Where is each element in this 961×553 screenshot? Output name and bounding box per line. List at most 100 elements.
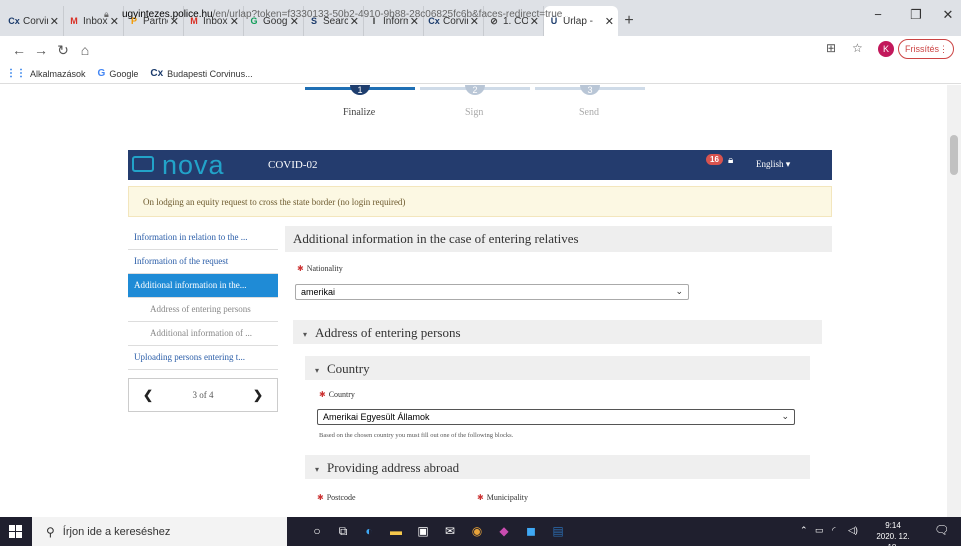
mail-icon[interactable]: ✉	[441, 523, 459, 539]
bookmark-icon: ⋮⋮	[6, 68, 26, 79]
sidebar-item-uploading[interactable]: Uploading persons entering t...	[128, 346, 278, 370]
caret-down-icon: ▾	[303, 330, 308, 339]
step-number-3: 3	[580, 85, 600, 95]
form-title: Additional information in the case of en…	[285, 226, 832, 252]
caret-down-icon: ▾	[315, 465, 320, 474]
taskbar-search-placeholder: Írjon ide a kereséshez	[62, 525, 171, 538]
step-number-1: 1	[350, 85, 370, 95]
tab-title: Corvinu	[23, 15, 48, 27]
clock-time: 9:14	[885, 521, 901, 530]
country-select[interactable]: Amerikai Egyesült Államok ⌄	[317, 409, 795, 425]
progress-steps: 1 2 3 Finalize Sign Send	[305, 85, 645, 125]
bookmark-item[interactable]: ⋮⋮ Alkalmazások	[6, 68, 86, 79]
pager-text: 3 of 4	[192, 390, 214, 400]
profile-avatar[interactable]: K	[878, 41, 894, 57]
translate-icon[interactable]: ⊞	[826, 41, 836, 55]
notification-badge[interactable]: 16	[706, 154, 723, 165]
network-icon[interactable]: ◜	[832, 525, 836, 536]
tray-chevron-icon[interactable]: ⌃	[800, 525, 808, 536]
bookmark-icon: G	[97, 68, 106, 79]
url-path: /en/urlap?token=f3330133-50b2-4910-9b88-…	[212, 9, 563, 20]
tab-favicon-icon: Cx	[8, 16, 20, 26]
pager: ❮ 3 of 4 ❯	[128, 378, 278, 412]
app-icon[interactable]: ◼	[522, 523, 540, 539]
section-country[interactable]: ▾ Country	[305, 356, 810, 380]
scrollbar-thumb[interactable]	[950, 135, 958, 175]
nationality-select[interactable]: amerikai ⌄	[295, 284, 689, 300]
browser-tab[interactable]: CxCorvinu✕	[4, 6, 64, 36]
notifications-icon[interactable]: 🗨︎	[934, 523, 949, 537]
chevron-down-icon: ⌄	[675, 286, 683, 296]
update-button[interactable]: Frissítés ⋮	[898, 39, 954, 59]
word-icon[interactable]: ▤	[549, 523, 567, 539]
bookmark-item[interactable]: Cx Budapesti Corvinus...	[150, 68, 252, 79]
country-label: ✱ Country	[319, 390, 355, 399]
sidebar-item-request[interactable]: Information of the request	[128, 250, 278, 274]
back-icon[interactable]: ←	[8, 42, 30, 58]
app-header: nova COVID-02 16 🔒︎ English ▾	[128, 150, 832, 180]
volume-icon[interactable]: ◁)	[848, 525, 858, 536]
tab-favicon-icon: M	[70, 16, 78, 26]
sidebar-item-relation[interactable]: Information in relation to the ...	[128, 226, 278, 250]
nationality-label: ✱ Nationality	[297, 264, 343, 273]
next-page-icon[interactable]: ❯	[253, 388, 263, 403]
address-bar[interactable]: 🔒︎ ugyintezes.police.hu/en/urlap?token=f…	[104, 5, 784, 24]
step-label-sign: Sign	[465, 107, 484, 118]
close-window-icon[interactable]: ✕	[928, 0, 961, 30]
lock-icon[interactable]: 🔒︎	[728, 155, 733, 166]
task-view-icon[interactable]: ⧉	[334, 523, 352, 539]
postcode-label: ✱ Postcode	[317, 493, 356, 502]
url-host: ugyintezes.police.hu	[122, 9, 213, 20]
bookmarks-bar: ⋮⋮ Alkalmazások G Google Cx Budapesti Corvinu…	[0, 64, 961, 84]
minimize-icon[interactable]: −	[858, 0, 898, 30]
file-explorer-icon[interactable]: ▬	[387, 523, 405, 539]
tab-close-icon[interactable]: ✕	[50, 15, 59, 28]
sidebar-item-additional[interactable]: Additional information in the...	[128, 274, 278, 298]
language-dropdown[interactable]: English ▾	[756, 159, 790, 170]
update-label: Frissítés	[905, 44, 940, 54]
section-abroad[interactable]: ▾ Providing address abroad	[305, 455, 810, 479]
teams-icon[interactable]: ◆	[495, 523, 513, 539]
page-scrollbar[interactable]	[947, 85, 961, 517]
bookmark-label: Alkalmazások	[30, 68, 86, 79]
bookmark-star-icon[interactable]: ☆	[852, 41, 863, 55]
menu-dots-icon: ⋮	[939, 44, 948, 54]
country-hint: Based on the chosen country you must fil…	[319, 432, 514, 439]
step-number-2: 2	[465, 85, 485, 95]
prev-page-icon[interactable]: ❮	[143, 388, 153, 403]
search-icon: ⚲	[46, 524, 55, 539]
battery-icon[interactable]: ▭	[815, 525, 824, 536]
clock-date: 2020. 12. 18.	[876, 532, 910, 552]
sidebar-subitem-additional-info[interactable]: Additional information of ...	[128, 322, 278, 346]
windows-start-icon[interactable]	[9, 525, 22, 538]
system-clock[interactable]: 9:14 2020. 12. 18.	[873, 520, 913, 553]
windows-taskbar: ⚲ Írjon ide a kereséshez ○ ⧉ ◐ ▬ ▣ ✉ ◉ ◆…	[0, 517, 961, 552]
step-label-send: Send	[579, 107, 599, 118]
nova-logo[interactable]: nova	[162, 150, 225, 180]
section-address[interactable]: ▾ Address of entering persons	[293, 320, 822, 344]
bookmark-item[interactable]: G Google	[98, 68, 139, 79]
cortana-icon[interactable]: ○	[308, 523, 326, 539]
form-code: COVID-02	[268, 159, 318, 171]
bookmark-label: Budapesti Corvinus...	[167, 68, 253, 79]
form-panel: Additional information in the case of en…	[285, 226, 832, 517]
step-label-finalize: Finalize	[343, 107, 376, 118]
municipality-label: ✱ Municipality	[477, 493, 529, 502]
sidebar-nav: Information in relation to the ... Infor…	[128, 226, 278, 412]
bookmark-label: Google	[109, 68, 139, 79]
home-icon[interactable]: ⌂	[74, 42, 96, 58]
store-icon[interactable]: ▣	[414, 523, 432, 539]
bookmark-icon: Cx	[150, 68, 164, 79]
browser-toolbar: ← → ↻ ⌂	[0, 36, 961, 64]
forward-icon[interactable]: →	[30, 42, 52, 58]
page-content: 1 2 3 Finalize Sign Send nova COVID-02 1…	[0, 85, 961, 517]
chevron-down-icon: ⌄	[781, 411, 789, 421]
edge-icon[interactable]: ◐	[360, 523, 378, 539]
chrome-icon[interactable]: ◉	[468, 523, 486, 539]
nova-logo-icon	[132, 156, 154, 172]
reload-icon[interactable]: ↻	[52, 42, 74, 59]
sidebar-subitem-address[interactable]: Address of entering persons	[128, 298, 278, 322]
info-notice: On lodging an equity request to cross th…	[128, 186, 832, 217]
caret-down-icon: ▾	[315, 366, 320, 375]
taskbar-search[interactable]: ⚲ Írjon ide a kereséshez	[32, 517, 287, 546]
